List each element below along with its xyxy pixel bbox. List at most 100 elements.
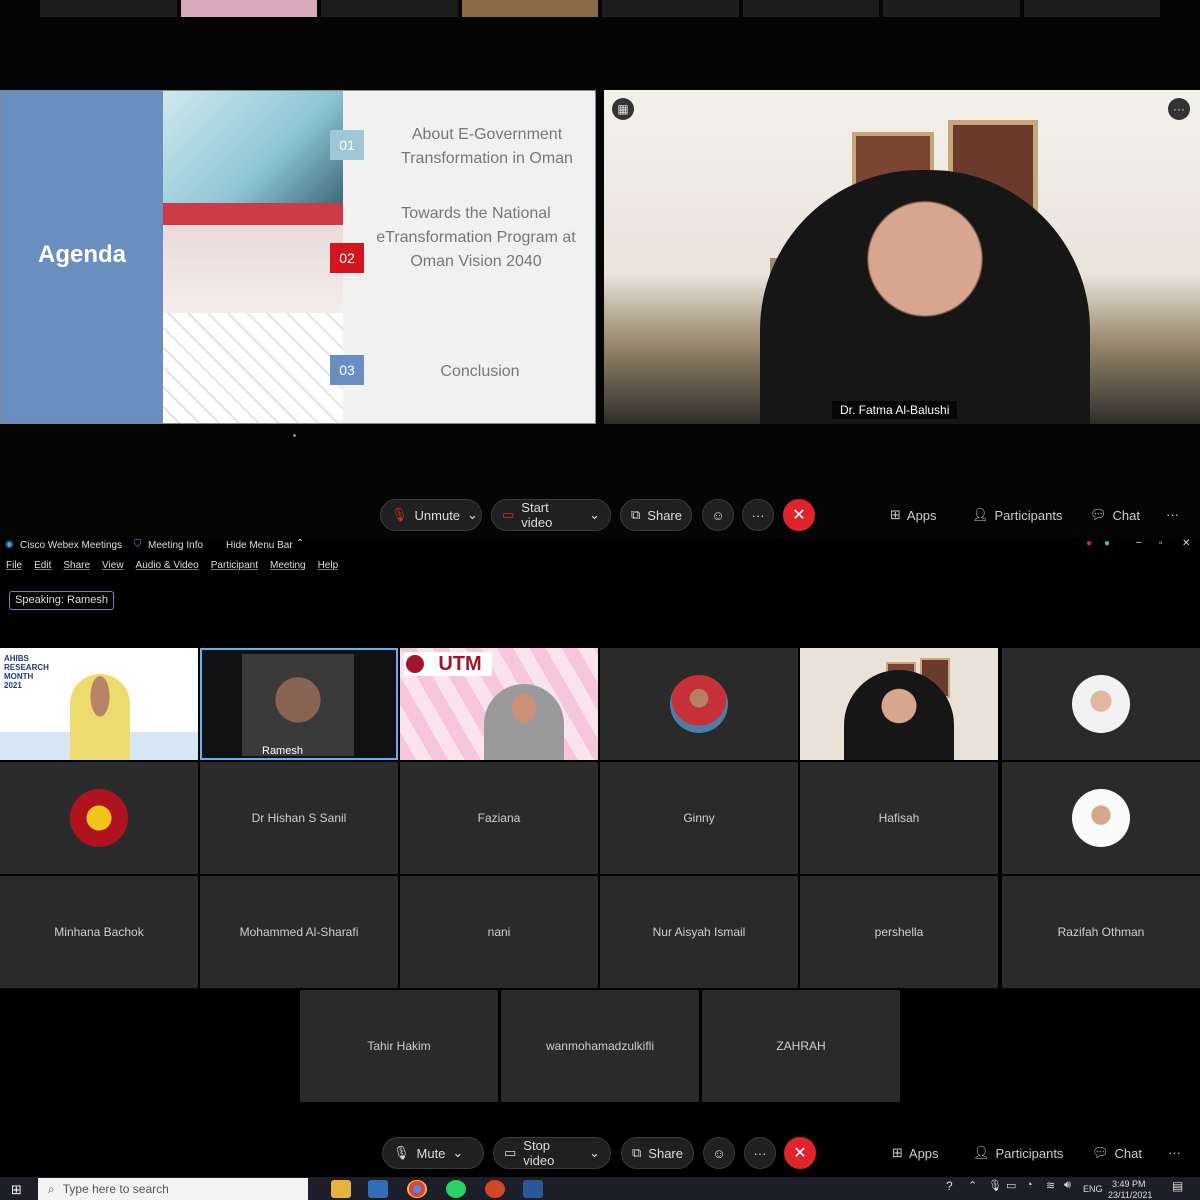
- top-thumbnail[interactable]: [40, 0, 177, 17]
- network-icon: ●: [1104, 538, 1111, 549]
- participant-name: Ramesh: [262, 745, 303, 757]
- notifications-icon[interactable]: ▤: [1172, 1179, 1183, 1193]
- chat-button[interactable]: 💬︎ Chat: [1092, 1145, 1142, 1161]
- participant-avatar: [670, 675, 728, 733]
- participant-tile[interactable]: [1002, 762, 1200, 874]
- file-explorer-icon[interactable]: [331, 1180, 351, 1198]
- network-tray-icon[interactable]: ◔: [1026, 1179, 1033, 1191]
- clock-date[interactable]: 23/11/2021: [1108, 1190, 1152, 1200]
- reactions-button[interactable]: ☺: [702, 499, 734, 531]
- menu-audio-video[interactable]: Audio & Video: [136, 560, 199, 576]
- top-thumbnail[interactable]: [321, 0, 458, 17]
- menu-help[interactable]: Help: [318, 560, 339, 576]
- video-layout-icon[interactable]: ▦: [612, 98, 634, 120]
- participant-tile-speaker[interactable]: [800, 648, 998, 760]
- menu-share[interactable]: Share: [63, 560, 90, 576]
- powerpoint-icon[interactable]: [485, 1180, 505, 1198]
- participant-tile[interactable]: Hafisah: [800, 762, 998, 874]
- participant-tile[interactable]: Tahir Hakim: [300, 990, 498, 1102]
- menu-participant[interactable]: Participant: [211, 560, 258, 576]
- top-thumbnail-strip[interactable]: [40, 0, 1160, 17]
- participant-tile[interactable]: [1002, 648, 1200, 760]
- webex-taskbar-icon[interactable]: [368, 1180, 388, 1198]
- end-call-button[interactable]: ✕: [784, 1137, 816, 1169]
- participant-tile[interactable]: pershella: [800, 876, 998, 988]
- apps-button[interactable]: ⊞ Apps: [890, 507, 937, 523]
- menu-view[interactable]: View: [102, 560, 124, 576]
- top-thumbnail[interactable]: [602, 0, 739, 17]
- participant-name: ZAHRAH: [776, 1039, 826, 1053]
- language-indicator[interactable]: ENG: [1083, 1184, 1103, 1194]
- participant-tile[interactable]: Minhana Bachok: [0, 876, 198, 988]
- share-button[interactable]: ⧉ Share: [620, 499, 692, 531]
- ahibs-banner: AHIBS RESEARCH MONTH 2021: [4, 654, 49, 690]
- restore-icon[interactable]: ▫: [1159, 538, 1163, 549]
- participant-tile[interactable]: Dr Hishan S Sanil: [200, 762, 398, 874]
- participant-tile-utm[interactable]: UTM: [400, 648, 598, 760]
- slide-item-number: 02: [330, 243, 364, 273]
- windows-start-icon[interactable]: ⊞: [11, 1182, 22, 1198]
- minimize-icon[interactable]: –: [1136, 537, 1142, 548]
- top-thumbnail[interactable]: [461, 0, 598, 17]
- chat-button[interactable]: 💬︎ Chat: [1090, 507, 1140, 523]
- unmute-button[interactable]: 🎙︎ Unmute ⌄: [380, 499, 482, 531]
- volume-icon[interactable]: 🔊︎: [1064, 1179, 1071, 1192]
- participant-tile[interactable]: Mohammed Al-Sharafi: [200, 876, 398, 988]
- stop-video-button[interactable]: ▭ Stop video ⌄: [493, 1137, 611, 1169]
- start-video-button[interactable]: ▭ Start video ⌄: [491, 499, 611, 531]
- chevron-down-icon[interactable]: ⌄: [452, 1145, 463, 1161]
- chevron-down-icon[interactable]: ⌄: [467, 507, 478, 523]
- tray-chevron-icon[interactable]: ⌃: [968, 1179, 977, 1192]
- mic-tray-icon[interactable]: 🎙︎: [988, 1179, 1002, 1192]
- hide-menu-bar-button[interactable]: Hide Menu Bar: [226, 540, 293, 551]
- more-options-button[interactable]: ···: [742, 499, 774, 531]
- participant-tile[interactable]: [600, 648, 798, 760]
- video-options-icon[interactable]: ···: [1168, 98, 1190, 120]
- menu-edit[interactable]: Edit: [34, 560, 51, 576]
- participant-tile[interactable]: Ginny: [600, 762, 798, 874]
- display-tray-icon[interactable]: ▭: [1006, 1179, 1016, 1192]
- end-call-button[interactable]: ✕: [783, 499, 815, 531]
- whatsapp-icon[interactable]: [446, 1180, 466, 1198]
- chevron-down-icon[interactable]: ⌄: [589, 1145, 600, 1161]
- taskbar-search-box[interactable]: ⌕ Type here to search: [38, 1178, 308, 1200]
- participant-tile-ramesh[interactable]: Ramesh: [200, 648, 398, 760]
- participants-button[interactable]: 👤︎ Participants: [972, 507, 1062, 523]
- wifi-icon[interactable]: ≋: [1046, 1179, 1055, 1192]
- close-window-icon[interactable]: ✕: [1182, 538, 1190, 549]
- speaking-indicator: Speaking: Ramesh: [9, 591, 114, 610]
- participants-button[interactable]: 👤︎ Participants: [973, 1145, 1063, 1161]
- reactions-button[interactable]: ☺: [703, 1137, 735, 1169]
- top-thumbnail[interactable]: [1023, 0, 1160, 17]
- top-thumbnail[interactable]: [883, 0, 1020, 17]
- word-icon[interactable]: [523, 1180, 543, 1198]
- mute-button[interactable]: 🎙︎ Mute ⌄: [382, 1137, 484, 1169]
- clock-time[interactable]: 3:49 PM: [1112, 1179, 1146, 1189]
- stop-video-label: Stop video: [523, 1138, 555, 1168]
- participant-tile[interactable]: ZAHRAH: [702, 990, 900, 1102]
- top-thumbnail[interactable]: [180, 0, 317, 17]
- participant-tile[interactable]: Faziana: [400, 762, 598, 874]
- participant-tile[interactable]: wanmohamadzulkifli: [501, 990, 699, 1102]
- top-thumbnail[interactable]: [742, 0, 879, 17]
- speaking-label: Speaking:: [15, 594, 64, 606]
- share-icon: ⧉: [632, 1145, 642, 1160]
- chevron-up-icon[interactable]: ⌃: [296, 538, 304, 549]
- chrome-icon[interactable]: [407, 1180, 427, 1198]
- participant-tile[interactable]: Razifah Othman: [1002, 876, 1200, 988]
- participant-tile[interactable]: Nur Aisyah Ismail: [600, 876, 798, 988]
- menu-meeting[interactable]: Meeting: [270, 560, 306, 576]
- help-icon[interactable]: ?: [946, 1179, 953, 1193]
- chevron-down-icon[interactable]: ⌄: [589, 507, 600, 523]
- menu-file[interactable]: File: [6, 560, 22, 576]
- more-options-button[interactable]: ···: [744, 1137, 776, 1169]
- share-button[interactable]: ⧉ Share: [621, 1137, 694, 1169]
- webex-logo-icon: ◉: [5, 539, 14, 550]
- participant-tile[interactable]: nani: [400, 876, 598, 988]
- participant-tile-ahibs[interactable]: AHIBS RESEARCH MONTH 2021: [0, 648, 198, 760]
- apps-button[interactable]: ⊞ Apps: [892, 1145, 939, 1161]
- meeting-info-button[interactable]: Meeting Info: [148, 540, 203, 551]
- overflow-menu-button[interactable]: ···: [1168, 1145, 1181, 1160]
- overflow-menu-button[interactable]: ···: [1166, 507, 1179, 522]
- participant-tile[interactable]: [0, 762, 198, 874]
